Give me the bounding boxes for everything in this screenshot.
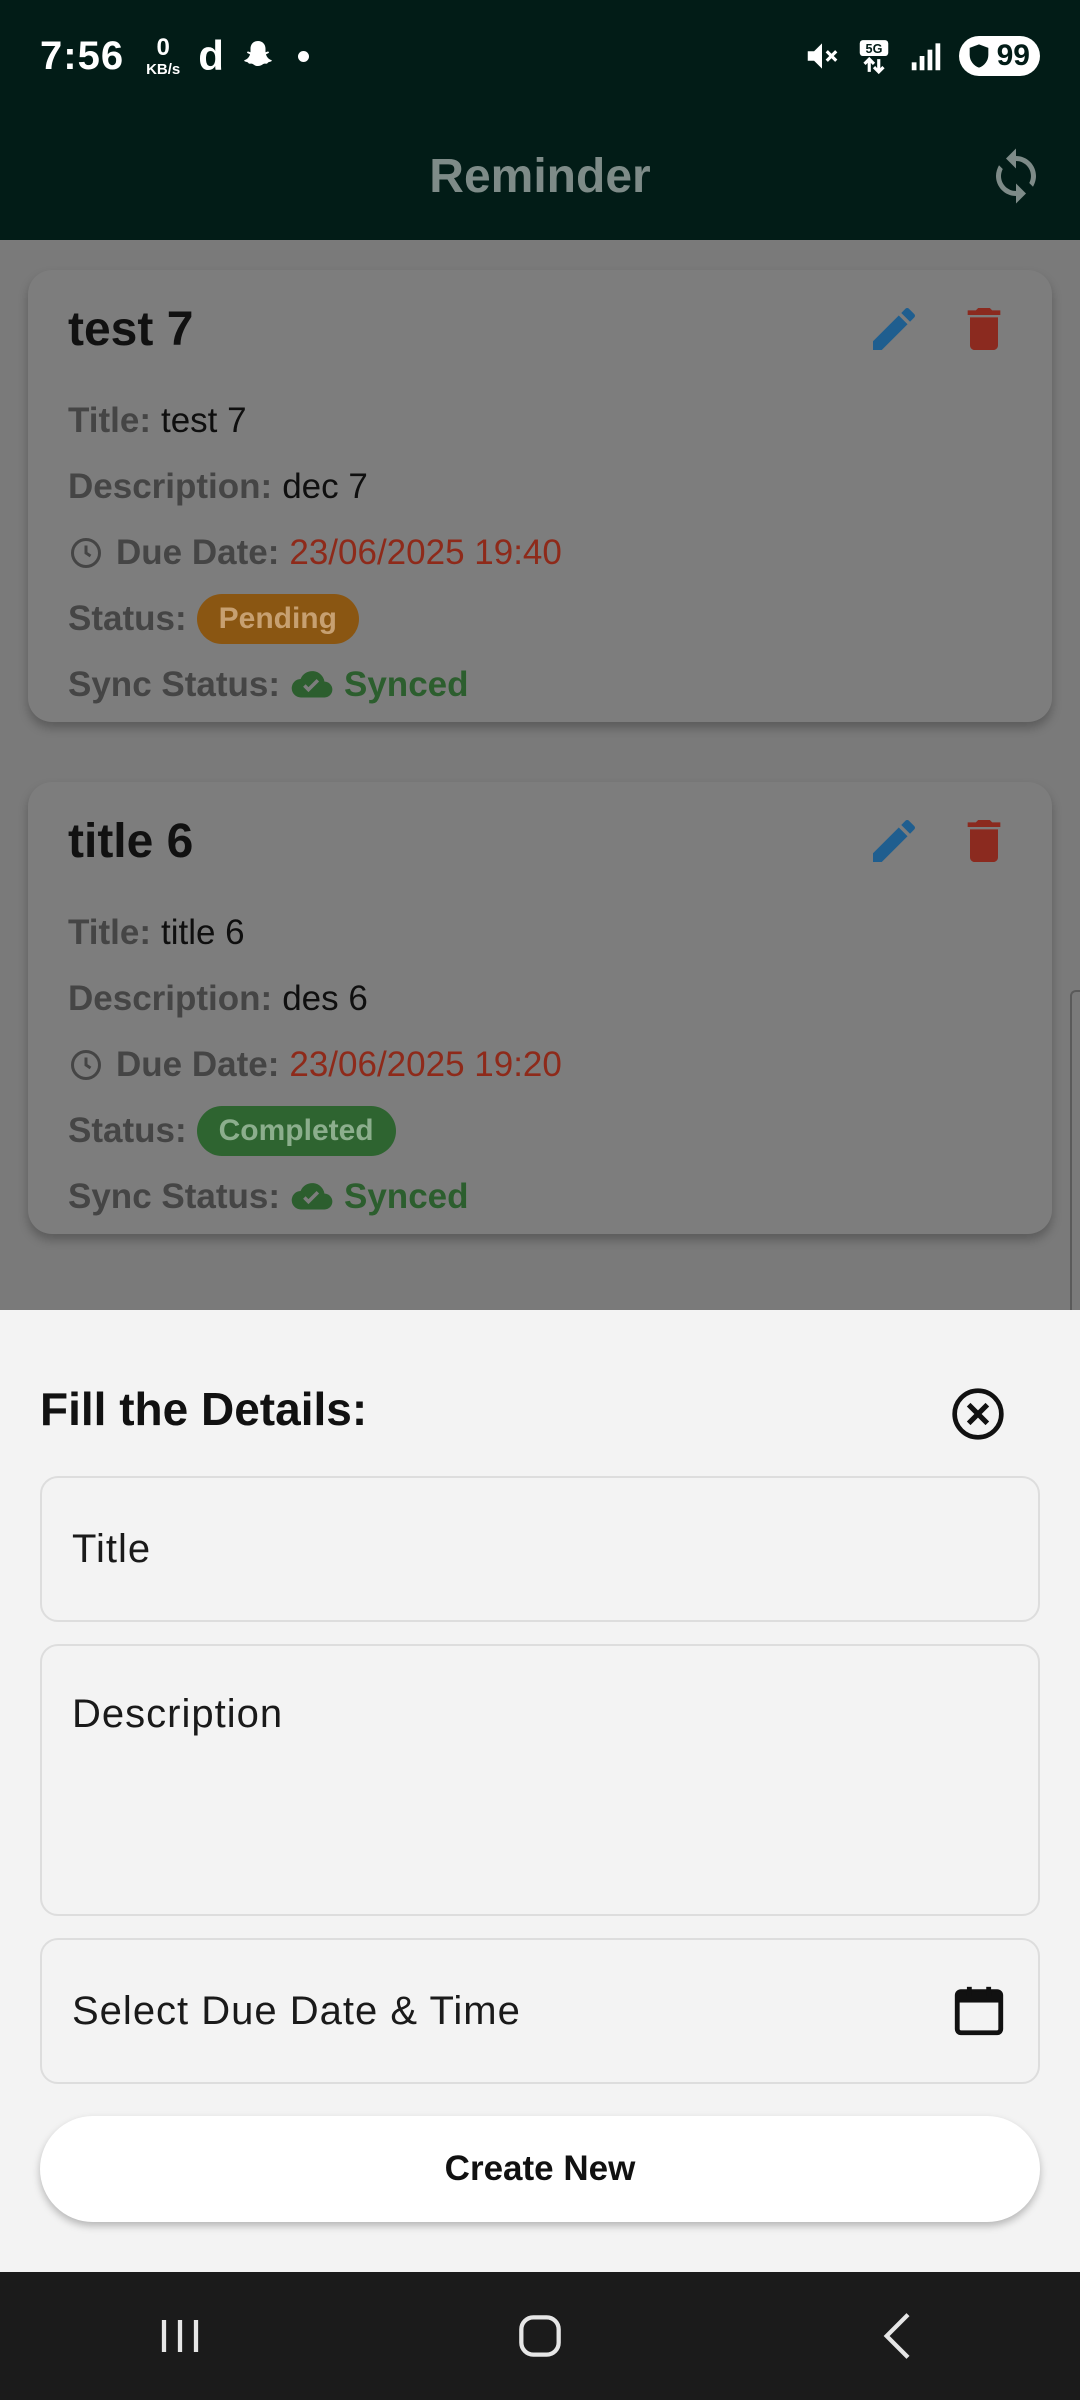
navigation-bar: [0, 2272, 1080, 2400]
network-5g-icon: 5G: [859, 40, 888, 75]
card-actions: [866, 813, 1012, 869]
due-date-row: Due Date: 23/06/2025 19:20: [68, 1032, 1012, 1098]
recent-apps-icon[interactable]: [148, 2304, 212, 2368]
clock-icon: [71, 1050, 101, 1080]
title-row: Title: title 6: [68, 900, 1012, 966]
title-label: Title:: [68, 913, 151, 952]
title-row: Title: test 7: [68, 388, 1012, 454]
battery-level: 99: [996, 39, 1030, 72]
sheet-title: Fill the Details:: [40, 1383, 368, 1435]
sync-status-value: Synced: [290, 1177, 469, 1217]
home-icon[interactable]: [508, 2304, 572, 2368]
reminder-card: test 7 Title: test 7 Description: dec 7: [28, 270, 1052, 722]
title-value: test 7: [160, 401, 247, 440]
sync-status-text: Synced: [344, 1177, 469, 1216]
cloud-done-icon: [291, 1183, 333, 1210]
app-notification-icon: d: [198, 32, 224, 79]
title-label: Title:: [68, 401, 151, 440]
edit-icon[interactable]: [866, 301, 922, 357]
card-actions: [866, 301, 1012, 357]
page-title: Reminder: [429, 149, 651, 203]
description-placeholder: Description: [72, 1692, 284, 1736]
edit-icon[interactable]: [866, 813, 922, 869]
create-new-button[interactable]: Create New: [40, 2116, 1040, 2222]
close-icon[interactable]: [950, 1386, 1006, 1442]
delete-icon[interactable]: [956, 813, 1012, 869]
net-speed-value: 0: [156, 33, 170, 61]
due-date-placeholder: Select Due Date & Time: [72, 1988, 521, 2033]
battery-indicator: 99: [958, 36, 1040, 76]
card-header: title 6: [68, 782, 1012, 900]
status-label: Status:: [68, 1111, 187, 1150]
shield-icon: [969, 44, 988, 68]
description-value: dec 7: [282, 467, 368, 506]
description-label: Description:: [68, 467, 273, 506]
screen: 7:56 0 KB/s d 5G 99 Reminder test 7 Titl…: [0, 0, 1080, 2400]
due-date-value: 23/06/2025 19:20: [289, 1045, 562, 1084]
status-row: Status: Completed: [68, 1098, 1012, 1164]
title-value: title 6: [160, 913, 245, 952]
due-date-label: Due Date:: [116, 1045, 280, 1084]
sync-refresh-icon[interactable]: [986, 146, 1046, 206]
description-label: Description:: [68, 979, 273, 1018]
card-title: test 7: [68, 302, 194, 356]
sync-status-text: Synced: [344, 665, 469, 704]
mute-icon: [807, 43, 837, 69]
status-row: Status: Pending: [68, 586, 1012, 652]
card-header: test 7: [68, 270, 1012, 388]
status-icons: 5G 99: [803, 36, 1040, 76]
clock-icon: [71, 538, 101, 568]
net-speed-unit: KB/s: [146, 60, 181, 78]
sync-status-row: Sync Status: Synced: [68, 1164, 1012, 1230]
due-date-label: Due Date:: [116, 533, 280, 572]
calendar-icon[interactable]: [950, 1982, 1008, 2040]
sync-status-value: Synced: [290, 665, 469, 705]
back-icon[interactable]: [868, 2304, 932, 2368]
description-row: Description: des 6: [68, 966, 1012, 1032]
sync-status-row: Sync Status: Synced: [68, 652, 1012, 718]
card-title: title 6: [68, 814, 194, 868]
title-input[interactable]: Title: [40, 1476, 1040, 1622]
due-date-picker[interactable]: Select Due Date & Time: [40, 1938, 1040, 2084]
net-speed: 0 KB/s: [146, 33, 181, 78]
description-value: des 6: [282, 979, 368, 1018]
scrollbar[interactable]: [1070, 990, 1080, 1330]
status-badge: Completed: [196, 1106, 396, 1156]
due-date-value: 23/06/2025 19:40: [289, 533, 562, 572]
svg-text:5G: 5G: [865, 42, 882, 56]
app-bar: Reminder: [0, 112, 1080, 240]
delete-icon[interactable]: [956, 301, 1012, 357]
reminder-card: title 6 Title: title 6 Description: des …: [28, 782, 1052, 1234]
signal-icon: [911, 43, 940, 71]
status-bar: 7:56 0 KB/s d 5G 99: [0, 0, 1080, 112]
snapchat-icon: [244, 41, 272, 67]
description-input[interactable]: Description: [40, 1644, 1040, 1916]
due-date-row: Due Date: 23/06/2025 19:40: [68, 520, 1012, 586]
sync-status-label: Sync Status:: [68, 1177, 280, 1216]
bottom-sheet: Fill the Details: Title Description Sele…: [0, 1310, 1080, 2272]
status-time: 7:56: [40, 33, 125, 78]
description-row: Description: dec 7: [68, 454, 1012, 520]
notification-dot: [297, 50, 309, 62]
cloud-done-icon: [291, 671, 333, 698]
sync-status-label: Sync Status:: [68, 665, 280, 704]
title-placeholder: Title: [72, 1526, 152, 1571]
status-label: Status:: [68, 599, 187, 638]
status-badge: Pending: [196, 594, 359, 644]
